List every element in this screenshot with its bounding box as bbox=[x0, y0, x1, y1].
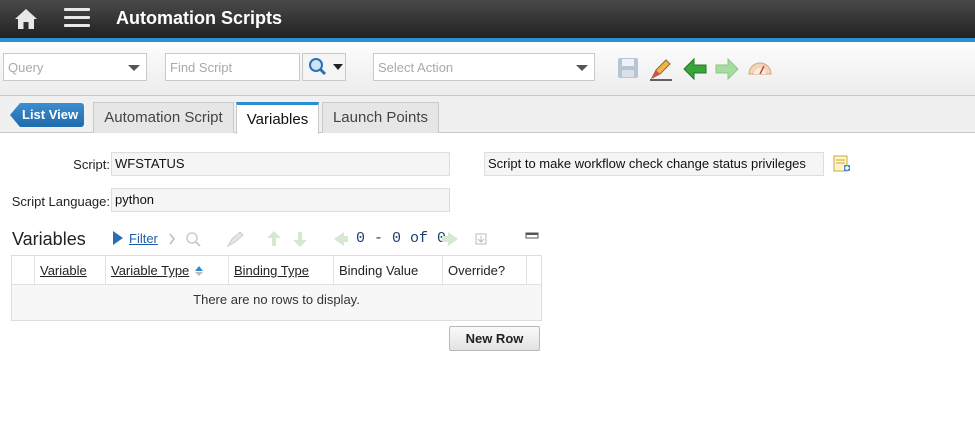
tab-variables[interactable]: Variables bbox=[236, 102, 319, 134]
filter-expand-icon[interactable] bbox=[112, 231, 124, 245]
query-input[interactable] bbox=[4, 54, 146, 80]
find-script-input[interactable] bbox=[166, 54, 299, 80]
script-language-field[interactable]: python bbox=[111, 188, 450, 212]
tab-launch-points[interactable]: Launch Points bbox=[322, 102, 439, 133]
table-toolbar-icons bbox=[168, 230, 348, 248]
previous-page-icon bbox=[334, 232, 348, 246]
pagination-status: 0 - 0 of 0 bbox=[356, 230, 447, 247]
search-icon bbox=[186, 232, 198, 244]
query-select[interactable] bbox=[3, 53, 147, 81]
filter-link[interactable]: Filter bbox=[129, 231, 158, 246]
list-view-button[interactable]: List View bbox=[10, 103, 84, 127]
chevron-down-icon[interactable] bbox=[128, 65, 140, 71]
script-label: Script: bbox=[73, 157, 110, 172]
find-script-field[interactable] bbox=[165, 53, 300, 81]
new-row-button[interactable]: New Row bbox=[449, 326, 540, 351]
script-language-label: Script Language: bbox=[11, 194, 110, 209]
app-title: Automation Scripts bbox=[116, 8, 283, 28]
tab-automation-script[interactable]: Automation Script bbox=[93, 102, 234, 133]
variables-section-title: Variables bbox=[12, 229, 86, 249]
table-header: Variable Variable Type Binding Type Bind… bbox=[12, 256, 541, 285]
previous-record-icon[interactable] bbox=[682, 56, 708, 82]
hamburger-menu-icon[interactable] bbox=[64, 8, 90, 28]
column-variable-type[interactable]: Variable Type bbox=[111, 263, 189, 278]
clear-icon bbox=[226, 231, 244, 248]
collapse-table-icon[interactable] bbox=[525, 231, 539, 241]
next-page-icon bbox=[442, 232, 458, 246]
variables-table: Variable Variable Type Binding Type Bind… bbox=[11, 255, 542, 321]
long-description-icon[interactable] bbox=[832, 153, 852, 173]
chevron-down-icon[interactable] bbox=[576, 65, 588, 71]
arrow-down-icon bbox=[293, 232, 307, 247]
column-binding-value: Binding Value bbox=[339, 263, 419, 278]
bulletin-board-icon[interactable] bbox=[746, 56, 772, 82]
save-icon[interactable] bbox=[616, 56, 642, 82]
select-action-input[interactable] bbox=[374, 54, 594, 80]
clear-changes-icon[interactable] bbox=[648, 56, 674, 82]
chevron-right-icon bbox=[169, 233, 175, 245]
next-record-icon[interactable] bbox=[714, 56, 740, 82]
pager-next-icons bbox=[442, 230, 492, 248]
column-override: Override? bbox=[448, 263, 506, 278]
column-variable[interactable]: Variable bbox=[40, 263, 87, 278]
find-button[interactable] bbox=[302, 53, 346, 81]
magnifier-icon bbox=[309, 58, 343, 76]
script-field[interactable]: WFSTATUS bbox=[111, 152, 450, 176]
toolbar bbox=[0, 42, 975, 96]
app-header: Automation Scripts bbox=[0, 0, 975, 42]
select-action[interactable] bbox=[373, 53, 595, 81]
script-description-field[interactable]: Script to make workflow check change sta… bbox=[484, 152, 824, 176]
sort-ascending-icon[interactable] bbox=[195, 265, 203, 277]
home-icon[interactable] bbox=[14, 8, 38, 30]
arrow-up-icon bbox=[267, 231, 281, 246]
column-binding-type[interactable]: Binding Type bbox=[234, 263, 309, 278]
empty-table-message: There are no rows to display. bbox=[193, 292, 360, 307]
